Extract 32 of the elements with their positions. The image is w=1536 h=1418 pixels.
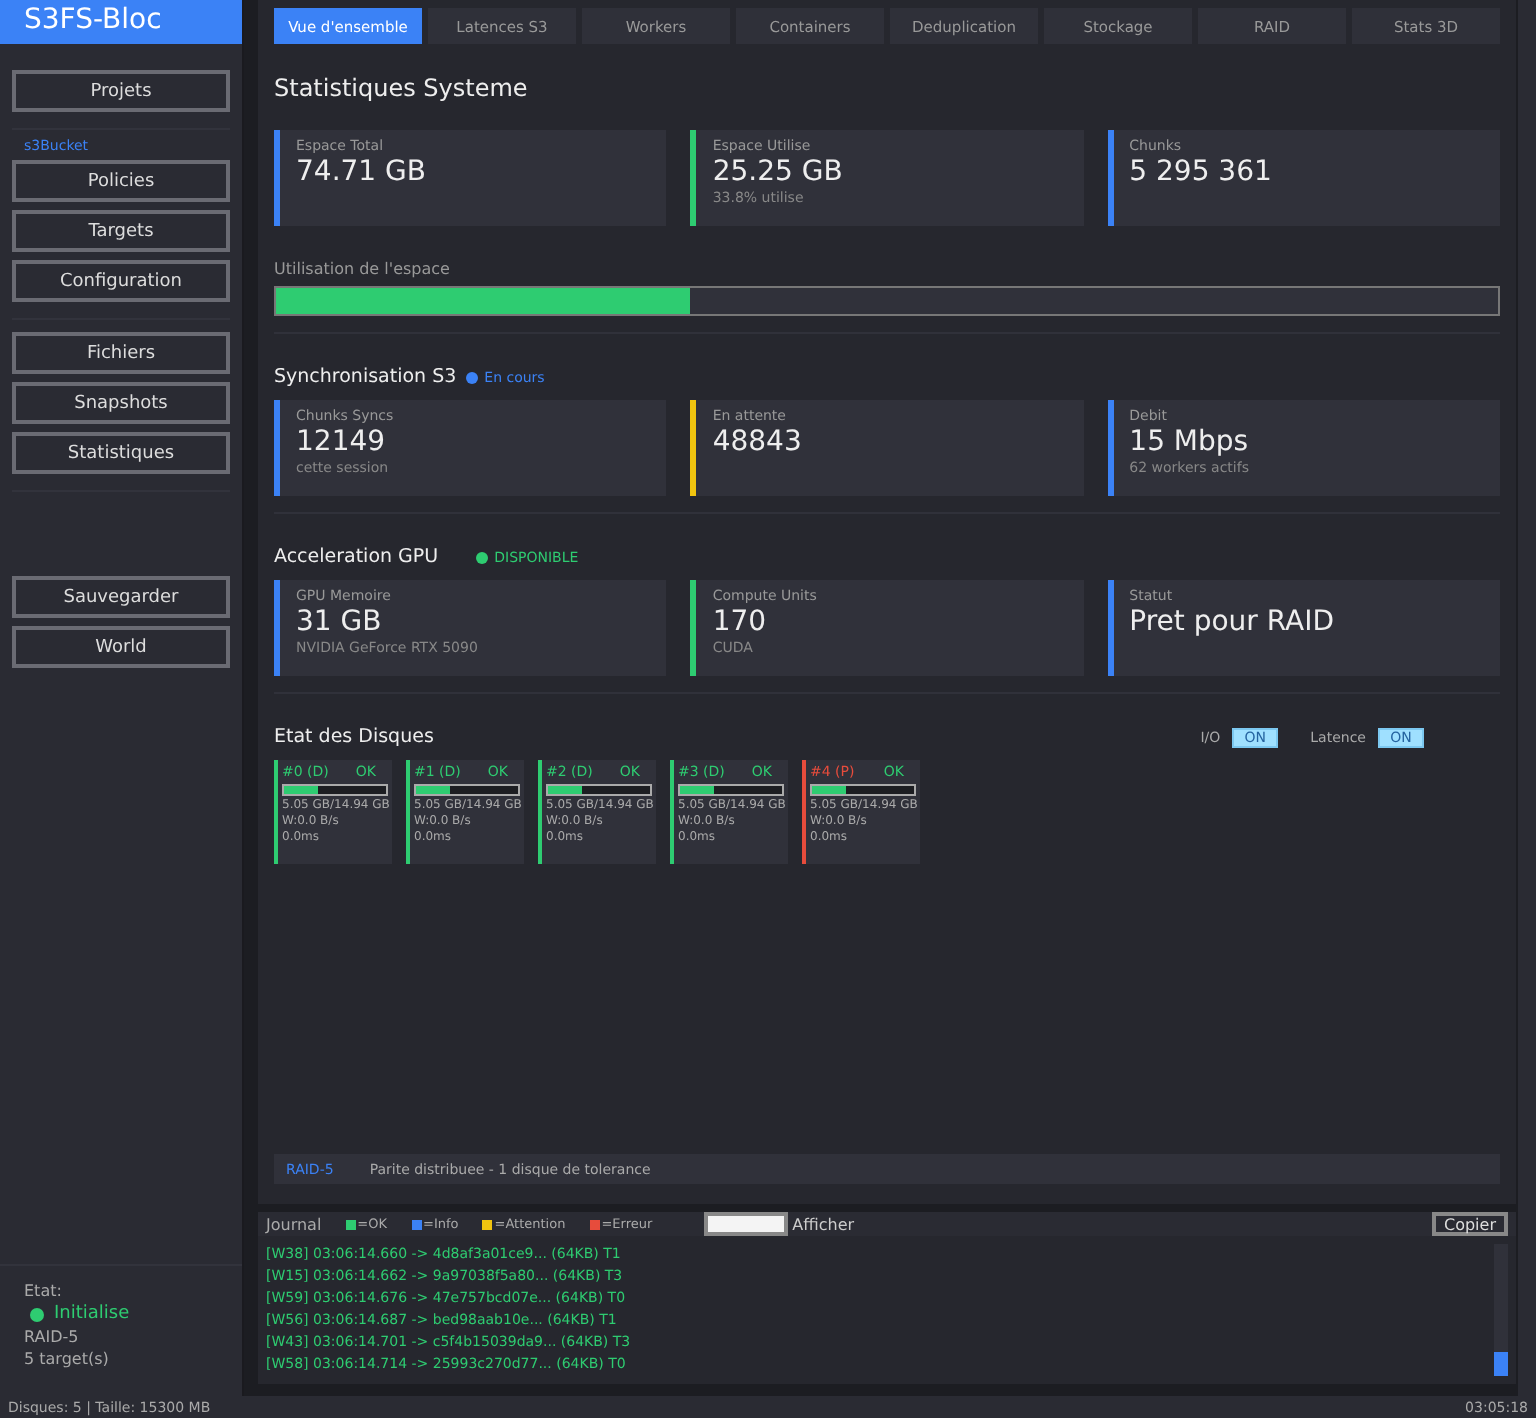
nav-button[interactable]: Configuration: [12, 260, 230, 302]
stat-value: Pret pour RAID: [1129, 606, 1337, 638]
stat-value: 5 295 361: [1129, 156, 1274, 188]
stat-value: 170: [712, 606, 769, 638]
stat-value: 48843: [712, 426, 804, 458]
stat-value: 25.25 GB: [712, 156, 845, 188]
nav-button[interactable]: Projets: [12, 70, 230, 112]
stat-value: 31 GB: [296, 606, 384, 638]
copy-button[interactable]: Copier: [1432, 1212, 1508, 1236]
journal-title: Journal: [266, 1215, 322, 1233]
nav-button[interactable]: Snapshots: [12, 382, 230, 424]
section-title: Etat des Disques: [274, 726, 434, 748]
nav-button[interactable]: World: [12, 626, 230, 668]
section-title: Synchronisation S3: [274, 366, 457, 388]
state-value: Initialise: [54, 1304, 130, 1324]
usage-label: Utilisation de l'espace: [274, 260, 452, 278]
filter-field[interactable]: [704, 1212, 789, 1236]
app-title: S3FS-Bloc: [0, 0, 242, 44]
nav-button[interactable]: Fichiers: [12, 332, 230, 374]
stat-value: 15 Mbps: [1129, 426, 1251, 458]
nav-button[interactable]: Targets: [12, 210, 230, 252]
section-title: Acceleration GPU: [274, 546, 439, 568]
state-caption: Etat:: [24, 1282, 64, 1300]
nav-button[interactable]: Sauvegarder: [12, 576, 230, 618]
raid-mode: RAID-5: [24, 1328, 81, 1346]
target-count: 5 target(s): [24, 1350, 111, 1368]
show-label: Afficher: [792, 1215, 855, 1233]
nav-button[interactable]: Policies: [12, 160, 230, 202]
nav-button[interactable]: Statistiques: [12, 432, 230, 474]
page-title: Statistiques Systeme: [274, 74, 530, 102]
stat-value: 74.71 GB: [296, 156, 428, 188]
stat-value: 12149: [296, 426, 388, 458]
